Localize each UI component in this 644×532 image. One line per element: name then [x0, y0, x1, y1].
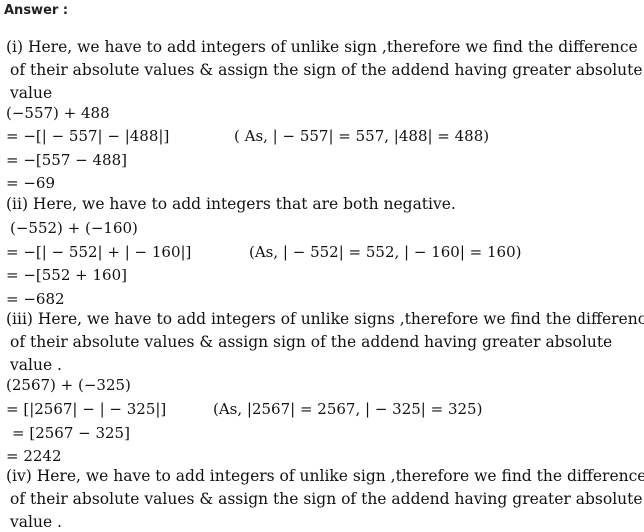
part1-equation-4: = −69 [6, 174, 55, 192]
part4-text-line3: value . [10, 513, 62, 531]
part2-equation-1: (−552) + (−160) [10, 219, 138, 237]
answer-label: Answer : [4, 3, 69, 18]
part3-equation-1: (2567) + (−325) [6, 376, 131, 394]
part3-equation-2: = [|2567| − | − 325|] [6, 400, 167, 418]
part1-equation-2: = −[| − 557| − |488|] [6, 127, 170, 145]
part1-text-line2: of their absolute values & assign the si… [10, 61, 643, 79]
part1-text-line3: value [10, 84, 53, 102]
part2-note: (As, | − 552| = 552, | − 160| = 160) [249, 243, 522, 261]
part4-text-line2: of their absolute values & assign the si… [10, 490, 643, 508]
part1-equation-1: (−557) + 488 [6, 104, 110, 122]
part3-text-line3: value . [10, 356, 62, 374]
part1-note: ( As, | − 557| = 557, |488| = 488) [234, 127, 490, 145]
part3-text-line2: of their absolute values & assign sign o… [10, 333, 613, 351]
part3-text-line1: (iii) Here, we have to add integers of u… [6, 310, 644, 328]
part4-text-line1: (iv) Here, we have to add integers of un… [6, 467, 644, 485]
part2-equation-2: = −[| − 552| + | − 160|] [6, 243, 192, 261]
part3-equation-4: = 2242 [6, 447, 62, 465]
part1-equation-3: = −[557 − 488] [6, 151, 127, 169]
solution-page: Answer : (i) Here, we have to add intege… [0, 0, 644, 532]
part2-equation-4: = −682 [6, 290, 65, 308]
part3-equation-3: = [2567 − 325] [12, 424, 130, 442]
part3-note: (As, |2567| = 2567, | − 325| = 325) [213, 400, 483, 418]
part2-equation-3: = −[552 + 160] [6, 266, 127, 284]
part2-text-line1: (ii) Here, we have to add integers that … [6, 195, 456, 213]
part1-text-line1: (i) Here, we have to add integers of unl… [6, 38, 638, 56]
